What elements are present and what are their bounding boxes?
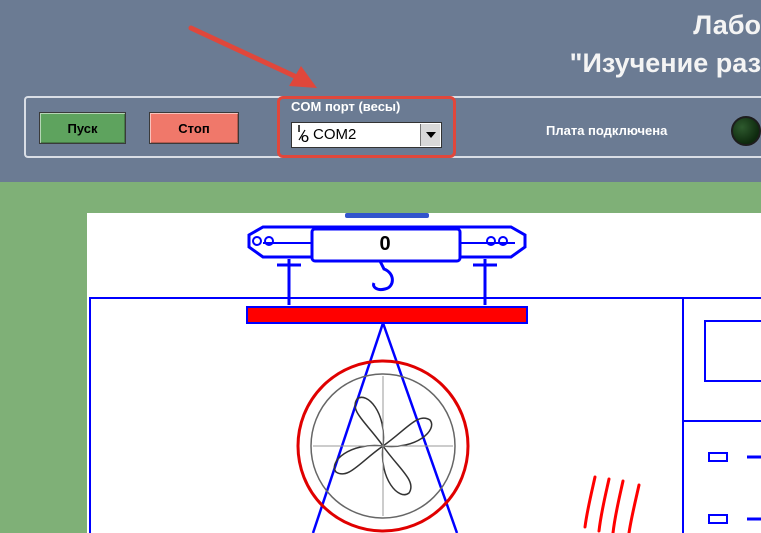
- suspension-line-left: [311, 322, 385, 533]
- board-connected-led-icon: [731, 116, 761, 146]
- instrument-button-1: [708, 452, 728, 462]
- title-line-1: Лабо: [693, 10, 761, 40]
- stop-button[interactable]: Стоп: [149, 112, 239, 144]
- dropdown-arrow-icon[interactable]: [420, 124, 440, 146]
- com-port-select[interactable]: I O COM2: [291, 122, 442, 148]
- scale-top-bar: [345, 213, 429, 218]
- instrument-button-2: [708, 514, 728, 524]
- scale-reading: 0: [379, 232, 391, 255]
- start-button[interactable]: Пуск: [39, 112, 126, 144]
- title-line-2: "Изучение раз: [540, 48, 761, 82]
- annotation-arrow-icon: [188, 25, 317, 88]
- board-connected-label: Плата подключена: [546, 123, 668, 138]
- title-line-2-text: "Изучение раз: [569, 48, 761, 78]
- scale-knob-left-1: [252, 236, 262, 246]
- com-port-label: COM порт (весы): [291, 99, 401, 114]
- scale-hook: [372, 260, 394, 291]
- setup-diagram-drawing: [89, 213, 761, 533]
- com-port-value: COM2: [313, 126, 357, 143]
- airflow-marks-icon: [583, 475, 641, 533]
- setup-diagram: [87, 213, 761, 533]
- instrument-screen: [704, 320, 761, 382]
- scale-platform: [246, 306, 528, 324]
- enclosure-frame: [89, 297, 761, 533]
- io-resource-icon: I O: [297, 124, 309, 145]
